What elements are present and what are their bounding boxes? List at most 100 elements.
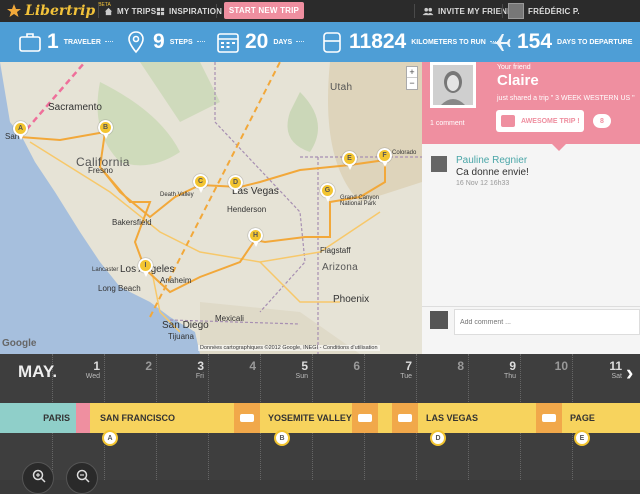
segment-label: SAN FRANCISCO [100,413,176,423]
pin-tip [143,271,149,277]
map-label-bakersfield: Bakersfield [112,218,152,227]
day-number: 2 [145,359,152,373]
stop-badge-a[interactable]: A [102,430,118,446]
segment-label: YOSEMITE VALLEY [268,413,352,423]
map-zoom-in-button[interactable]: + [407,67,417,78]
segment-drive[interactable] [234,403,260,433]
day-weekday: Thu [503,373,516,380]
map-label-fresno: Fresno [88,166,113,175]
timeline-next-arrow[interactable]: › [626,360,633,386]
divider-dots [296,41,305,42]
map-label-death-valley: Death Valley [160,192,194,198]
add-comment-input[interactable] [454,309,640,335]
user-menu[interactable]: FRÉDÉRIC P. [508,0,580,22]
start-new-trip-button[interactable]: START NEW TRIP [224,2,304,19]
map-pin-e[interactable]: E [342,151,357,170]
map-zoom-out-button[interactable]: − [407,78,417,89]
friend-name[interactable]: Claire [497,72,539,89]
invite-friends-link[interactable]: INVITE MY FRIENDS [422,0,519,22]
map-pin-b[interactable]: B [98,120,113,139]
days-label: DAYS [273,38,293,46]
segment-label: PARIS [43,413,70,423]
comment-author[interactable]: Pauline Regnier [456,155,527,166]
invite-friends-label: INVITE MY FRIENDS [438,6,519,16]
travelers-count: 1 [47,30,59,53]
day-number: 4 [249,359,256,373]
stat-kilometers: 11824 KILOMETERS TO RUN [320,22,498,62]
car-icon [240,414,254,422]
map-pin-g[interactable]: G [320,183,335,202]
day-weekday: Fri [195,373,204,380]
stat-travelers: 1 TRAVELER [18,22,113,62]
map-label-anaheim: Anaheim [160,276,192,285]
map-label-tijuana: Tijuana [168,332,194,341]
departure-label: DAYS TO DEPARTURE [557,38,633,46]
map-pin-d[interactable]: D [228,175,243,194]
stop-badge-d[interactable]: D [430,430,446,446]
add-comment-row [422,306,640,336]
trip-stats-bar: 1 TRAVELER 9 STEPS 20 DAYS 11824 KILOMET… [0,22,640,62]
timeline-zoom-out-button[interactable] [66,462,98,494]
logo-star-icon [7,4,21,17]
segment-label: PAGE [570,413,595,423]
my-trips-label: MY TRIPS [117,6,157,16]
nav-divider [216,4,217,18]
speech-caret [552,144,566,151]
segment-flight[interactable] [76,403,90,433]
day-number: 11 [609,359,622,373]
zoom-in-icon [32,469,46,483]
friend-comment-count[interactable]: 1 comment [430,120,490,127]
map-copyright[interactable]: Données cartographiques ©2012 Google, IN… [198,345,380,351]
friend-avatar[interactable] [430,62,476,108]
map-label-san-diego: San Diego [162,320,209,331]
social-panel: 1 comment Your friend Claire just shared… [422,62,640,354]
map-pin-h[interactable]: H [248,228,263,247]
stop-badge-b[interactable]: B [274,430,290,446]
divider-dots [196,41,205,42]
segment-drive[interactable] [392,403,418,433]
map-label-sacramento: Sacramento [48,102,102,113]
segment-yosemite[interactable]: YOSEMITE VALLEY [260,403,352,433]
friend-share-box: 1 comment Your friend Claire just shared… [422,62,640,144]
day-weekday: Tue [400,373,412,380]
pin-tip [103,133,109,139]
libertrip-logo[interactable]: Libertrip BETA [6,1,111,21]
day-number: 8 [457,359,464,373]
map-pin-f[interactable]: F [377,148,392,167]
route-map[interactable]: Utah Arizona California Sacramento San F… [0,62,422,354]
awesome-trip-label: AWESOME TRIP ! [521,117,580,125]
segment-drive[interactable] [352,403,378,433]
stat-departure: 154 DAYS TO DEPARTURE [488,22,632,62]
people-icon [422,7,434,15]
map-pin-c[interactable]: C [193,174,208,193]
awesome-trip-button[interactable]: AWESOME TRIP ! [496,110,584,132]
commenter-avatar[interactable] [431,156,447,172]
map-label-henderson: Henderson [227,205,267,214]
segment-las-vegas[interactable]: LAS VEGAS [418,403,536,433]
my-trips-link[interactable]: MY TRIPS [104,0,156,22]
current-user-avatar [430,311,448,329]
day-weekday: Sun [295,373,308,380]
steps-label: STEPS [169,38,193,46]
car-icon [398,414,412,422]
map-pin-icon [128,31,144,54]
days-count: 20 [245,30,269,53]
map-pin-i[interactable]: I [138,258,153,277]
comment-timestamp: 16 Nov 12 16h33 [456,180,510,187]
segment-san-francisco[interactable]: SAN FRANCISCO [90,403,234,433]
trip-timeline[interactable]: 1 Wed 2 3 Fri 4 5 Sun 6 7 Tue 8 9 Thu 10 11 Sa… [0,354,640,494]
stop-badge-e[interactable]: E [574,430,590,446]
map-pin-a[interactable]: A [13,121,28,140]
map-label-lancaster: Lancaster [92,267,119,273]
segment-page[interactable]: PAGE [562,403,640,433]
top-navigation-bar: Libertrip BETA MY TRIPS INSPIRATION STAR… [0,0,640,22]
pin-tip [382,161,388,167]
day-weekday: Wed [85,373,100,380]
fuel-tank-icon [323,32,341,53]
inspiration-link[interactable]: INSPIRATION [156,0,222,22]
timeline-zoom-in-button[interactable] [22,462,54,494]
map-label-mexicali: Mexicali [215,314,244,323]
segment-paris[interactable]: PARIS [0,403,78,433]
pin-tip [198,187,204,193]
segment-drive[interactable] [536,403,562,433]
